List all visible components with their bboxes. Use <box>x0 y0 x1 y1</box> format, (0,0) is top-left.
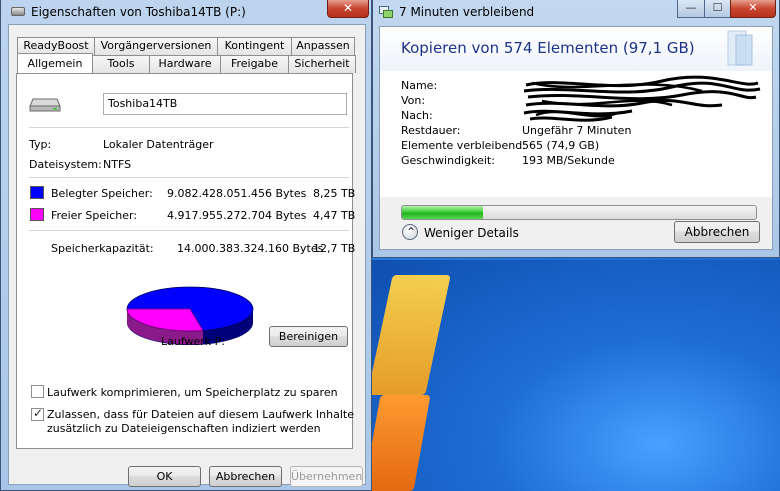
capacity-label: Speicherkapazität: <box>51 242 154 255</box>
tab-row-bottom: Allgemein Tools Hardware Freigabe Sicher… <box>17 53 356 73</box>
compress-checkbox-label: Laufwerk komprimieren, um Speicherplatz … <box>47 386 338 399</box>
copy-heading: Kopieren von 574 Elementen (97,1 GB) <box>401 39 695 57</box>
window-body: Kopieren von 574 Elementen (97,1 GB) Nam… <box>379 26 773 250</box>
tab-quota[interactable]: Kontingent <box>217 37 292 55</box>
used-space-label: Belegter Speicher: <box>51 187 153 200</box>
free-space-label: Freier Speicher: <box>51 209 138 222</box>
type-label: Typ: <box>29 138 52 151</box>
capacity-tb: 12,7 TB <box>313 242 356 255</box>
capacity-bytes: 14.000.383.324.160 Bytes <box>177 242 324 255</box>
copy-progress-bar <box>401 205 757 220</box>
filesystem-label: Dateisystem: <box>29 158 102 171</box>
title-bar[interactable]: Eigenschaften von Toshiba14TB (P:) ✕ <box>1 0 371 24</box>
cleanup-button[interactable]: Bereinigen <box>269 326 348 347</box>
documents-art-icon <box>727 30 753 66</box>
tab-tools[interactable]: Tools <box>92 55 150 73</box>
hard-drive-icon <box>29 98 61 112</box>
index-checkbox-label-line2: zusätzlich zu Dateieigenschaften indizie… <box>47 422 321 435</box>
free-space-bytes: 4.917.955.272.704 Bytes <box>167 209 307 222</box>
tab-general[interactable]: Allgemein <box>17 53 93 73</box>
used-space-tb: 8,25 TB <box>313 187 356 200</box>
tab-previous-versions[interactable]: Vorgängerversionen <box>94 37 218 55</box>
ok-button[interactable]: OK <box>128 466 201 487</box>
speed-label: Geschwindigkeit: <box>401 154 495 167</box>
divider <box>29 127 349 128</box>
tab-customize[interactable]: Anpassen <box>291 37 355 55</box>
collapse-details-icon[interactable] <box>402 224 418 240</box>
index-checkbox[interactable] <box>31 406 44 421</box>
tab-security[interactable]: Sicherheit <box>288 55 356 73</box>
copy-progress-window: 7 Minuten verbleibend — ☐ ✕ Kopieren von… <box>372 0 780 258</box>
free-space-tb: 4,47 TB <box>313 209 356 222</box>
index-checkbox-label-line1: Zulassen, dass für Dateien auf diesem La… <box>47 408 354 421</box>
divider <box>29 177 349 178</box>
window-title: 7 Minuten verbleibend <box>399 5 535 19</box>
used-space-bytes: 9.082.428.051.456 Bytes <box>167 187 307 200</box>
filesystem-value: NTFS <box>103 158 132 171</box>
apply-button[interactable]: Übernehmen <box>290 466 363 487</box>
used-space-swatch <box>30 186 44 199</box>
close-button[interactable]: ✕ <box>327 0 369 18</box>
cancel-button[interactable]: Abbrechen <box>209 466 282 487</box>
close-button[interactable]: ✕ <box>730 0 776 18</box>
details-panel: Name: Von: Nach: Restdauer: Ungefähr 7 M… <box>380 71 772 197</box>
header-band: Kopieren von 574 Elementen (97,1 GB) <box>380 27 772 71</box>
to-label: Nach: <box>401 109 433 122</box>
free-space-swatch <box>30 208 44 221</box>
type-value: Lokaler Datenträger <box>103 138 214 151</box>
items-remaining-value: 565 (74,9 GB) <box>522 139 600 152</box>
progress-fill <box>402 206 484 219</box>
properties-window: Eigenschaften von Toshiba14TB (P:) ✕ Rea… <box>0 0 372 491</box>
window-title: Eigenschaften von Toshiba14TB (P:) <box>31 5 246 19</box>
redaction-scribble <box>523 75 761 122</box>
divider <box>29 230 349 231</box>
from-label: Von: <box>401 94 426 107</box>
minimize-button[interactable]: — <box>677 0 705 18</box>
copy-icon <box>379 6 393 18</box>
items-remaining-label: Elemente verbleibend: <box>401 139 526 152</box>
drive-icon <box>11 7 25 16</box>
drive-name-input[interactable]: Toshiba14TB <box>103 93 347 115</box>
tab-sharing[interactable]: Freigabe <box>220 55 289 73</box>
fewer-details-link[interactable]: Weniger Details <box>424 226 519 240</box>
name-label: Name: <box>401 79 438 92</box>
compress-checkbox[interactable] <box>31 385 44 398</box>
speed-value: 193 MB/Sekunde <box>522 154 615 167</box>
cancel-copy-button[interactable]: Abbrechen <box>674 221 760 243</box>
tab-hardware[interactable]: Hardware <box>149 55 221 73</box>
remaining-label: Restdauer: <box>401 124 461 137</box>
window-body: ReadyBoost Vorgängerversionen Kontingent… <box>8 24 366 487</box>
drive-letter-label: Laufwerk P: <box>161 335 226 348</box>
maximize-button[interactable]: ☐ <box>704 0 731 18</box>
